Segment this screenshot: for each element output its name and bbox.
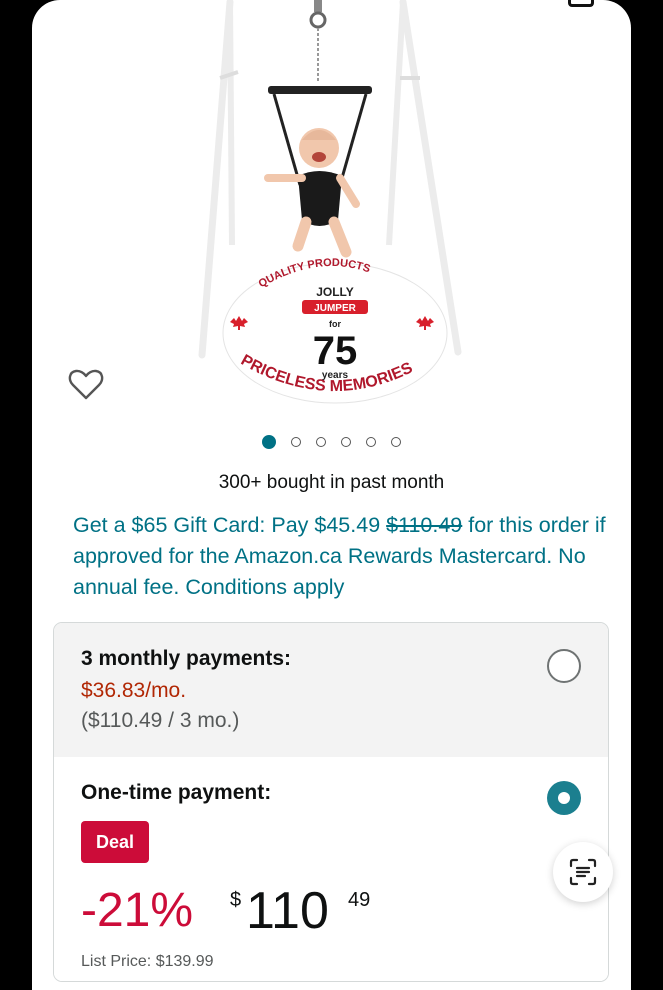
text-scan-button[interactable] (553, 842, 613, 902)
price-whole: 110 (246, 882, 329, 940)
one-time-payment-title: One-time payment: (81, 781, 272, 804)
list-price: List Price: $139.99 (81, 953, 214, 970)
monthly-payment-title: 3 monthly payments: (81, 647, 292, 670)
deal-badge: Deal (81, 821, 149, 863)
text-scan-icon (569, 858, 597, 886)
payment-options: 3 monthly payments: $36.83/mo. ($110.49 … (53, 622, 609, 982)
carousel-dot-6[interactable] (391, 437, 401, 447)
carousel-dot-5[interactable] (366, 437, 376, 447)
bought-count-text: 300+ bought in past month (218, 472, 445, 493)
badge-brand-line1: JOLLY (316, 285, 354, 299)
carousel-dot-4[interactable] (341, 437, 351, 447)
carousel-dot-3[interactable] (316, 437, 326, 447)
discount-percent: -21% (81, 884, 194, 937)
promo-strike-price: $110.49 (386, 513, 463, 537)
card-corner-left (32, 0, 88, 56)
monthly-radio-button[interactable] (547, 649, 581, 683)
badge-for: for (329, 319, 341, 329)
monthly-price-detail: ($110.49 / 3 mo.) (81, 709, 240, 732)
badge-years: years (322, 370, 349, 381)
product-image[interactable]: QUALITY PRODUCTS PRICELESS MEMORIES JOLL… (190, 0, 480, 410)
monthly-price: $36.83/mo. (81, 679, 187, 702)
status-sliver-icon (568, 0, 594, 7)
carousel-dot-1[interactable] (262, 435, 276, 449)
carousel-dot-2[interactable] (291, 437, 301, 447)
image-carousel-dots (0, 435, 663, 449)
heart-outline-icon[interactable] (68, 367, 104, 401)
rewards-card-promo-link[interactable]: Get a $65 Gift Card: Pay $45.49 $110.49 … (73, 510, 613, 603)
price-fraction: 49 (348, 889, 371, 911)
promo-prefix: Get a $65 Gift Card: Pay $45.49 (73, 513, 387, 537)
monthly-payment-option[interactable]: 3 monthly payments: $36.83/mo. ($110.49 … (54, 623, 608, 758)
price-currency-symbol: $ (230, 889, 242, 911)
one-time-payment-option[interactable]: One-time payment: Deal -21% $ 110 49 Lis… (54, 757, 608, 981)
badge-brand-line2: JUMPER (314, 303, 356, 314)
card-corner-right (575, 0, 631, 56)
badge-years-number: 75 (313, 329, 358, 373)
one-time-radio-button[interactable] (547, 781, 581, 815)
